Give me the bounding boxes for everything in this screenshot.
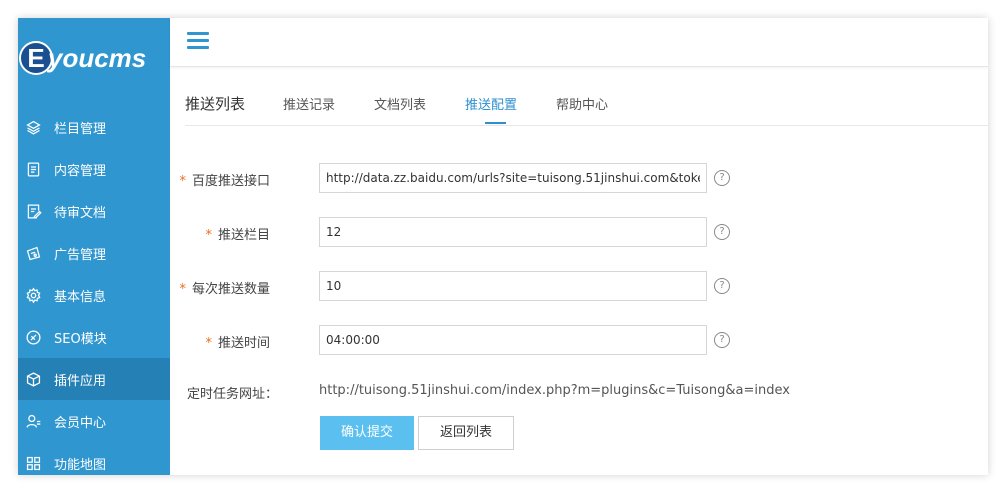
field-label: * 百度推送接口: [179, 174, 270, 189]
seo-icon: [24, 328, 42, 346]
sidebar-menu: 栏目管理 内容管理 待审文档 广告管理 基本信息 SEO模块 插件应用 会员中心…: [18, 106, 170, 475]
help-icon[interactable]: ?: [714, 278, 730, 294]
sidebar-item-column[interactable]: 栏目管理: [18, 106, 170, 148]
help-icon[interactable]: ?: [714, 224, 730, 240]
help-icon[interactable]: ?: [714, 332, 730, 348]
required-mark: *: [179, 174, 186, 189]
sidebar-item-seo[interactable]: SEO模块: [18, 316, 170, 358]
sidebar-item-label: SEO模块: [54, 331, 107, 347]
cron-url-label: 定时任务网址：: [187, 387, 279, 402]
tab-help-center[interactable]: 帮助中心: [556, 94, 608, 113]
confirm-submit-button[interactable]: 确认提交: [320, 416, 414, 450]
sidebar-item-label: 基本信息: [54, 289, 107, 305]
sidebar-item-pending[interactable]: 待审文档: [18, 190, 170, 232]
sidebar-item-label: 插件应用: [54, 373, 107, 389]
user-icon: [24, 412, 42, 430]
required-mark: *: [179, 282, 186, 297]
sidebar-item-content[interactable]: 内容管理: [18, 148, 170, 190]
form-row-baidu-api: *百度推送接口 ?: [170, 163, 970, 193]
field-label: * 每次推送数量: [179, 282, 270, 297]
sidebar: E youcms 栏目管理 内容管理 待审文档 广告管理 基本信息 SEO模块 …: [18, 18, 170, 475]
form-row-push-count: *每次推送数量 ?: [170, 271, 970, 301]
sidebar-item-label: 栏目管理: [54, 121, 107, 137]
active-tab-indicator: [485, 122, 506, 124]
gear-icon: [24, 286, 42, 304]
sidebar-item-label: 内容管理: [54, 163, 107, 179]
ad-icon: [24, 244, 42, 262]
cron-url-value: http://tuisong.51jinshui.com/index.php?m…: [319, 383, 790, 398]
tab-document-list[interactable]: 文档列表: [374, 94, 426, 113]
top-bar: [170, 18, 988, 67]
push-count-input[interactable]: [319, 271, 707, 301]
cube-icon: [24, 370, 42, 388]
cron-url-row: 定时任务网址： http://tuisong.51jinshui.com/ind…: [170, 383, 970, 403]
help-icon[interactable]: ?: [714, 170, 730, 186]
sidebar-item-label: 功能地图: [54, 457, 107, 473]
sidebar-item-members[interactable]: 会员中心: [18, 400, 170, 442]
tab-title: 推送列表: [185, 95, 246, 113]
sidebar-item-function-map[interactable]: 功能地图: [18, 442, 170, 475]
sidebar-item-label: 广告管理: [54, 247, 107, 263]
tab-push-config[interactable]: 推送配置: [465, 94, 517, 113]
back-to-list-button[interactable]: 返回列表: [418, 416, 514, 450]
app-window: E youcms 栏目管理 内容管理 待审文档 广告管理 基本信息 SEO模块 …: [18, 18, 988, 475]
sidebar-item-ads[interactable]: 广告管理: [18, 232, 170, 274]
required-mark: *: [205, 336, 212, 351]
field-label: * 推送栏目: [205, 228, 270, 243]
push-time-input[interactable]: [319, 325, 707, 355]
tab-bar: 推送列表 推送记录 文档列表 推送配置 帮助中心: [185, 89, 988, 126]
push-column-input[interactable]: [319, 217, 707, 247]
required-mark: *: [205, 228, 212, 243]
form-row-push-column: *推送栏目 ?: [170, 217, 970, 247]
form-row-push-time: *推送时间 ?: [170, 325, 970, 355]
tab-push-records[interactable]: 推送记录: [283, 94, 335, 113]
grid-icon: [24, 454, 42, 472]
baidu-api-input[interactable]: [319, 163, 707, 193]
logo-text: youcms: [48, 43, 147, 73]
logo: E youcms: [18, 40, 170, 80]
layers-icon: [24, 118, 42, 136]
sidebar-item-basic-info[interactable]: 基本信息: [18, 274, 170, 316]
document-icon: [24, 160, 42, 178]
sidebar-item-label: 待审文档: [54, 205, 107, 221]
menu-toggle-icon[interactable]: [187, 32, 209, 50]
edit-document-icon: [24, 202, 42, 220]
main-content: 推送列表 推送记录 文档列表 推送配置 帮助中心 *百度推送接口 ? *推送栏目…: [170, 67, 988, 475]
sidebar-item-plugins[interactable]: 插件应用: [18, 358, 170, 400]
field-label: * 推送时间: [205, 336, 270, 351]
sidebar-item-label: 会员中心: [54, 415, 107, 431]
